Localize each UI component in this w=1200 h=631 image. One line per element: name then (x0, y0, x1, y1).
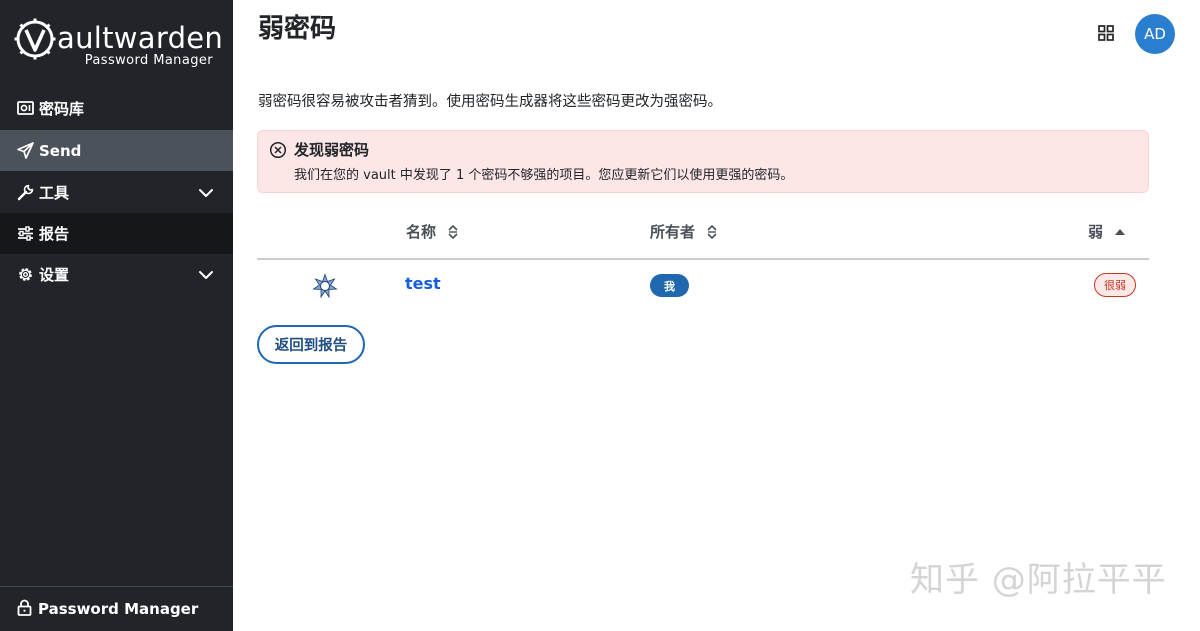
brand-subtitle: Password Manager (84, 53, 213, 68)
main-content: 弱密码 AD 弱密码很容易被攻击者猜到。使用密码生成器将这些密码更改为强密码。 … (233, 0, 1200, 631)
sidebar-footer-product-switcher[interactable]: Password Manager (0, 586, 233, 631)
vaultwarden-logo-icon (14, 18, 56, 60)
sidebar-footer-label: Password Manager (38, 600, 199, 618)
column-header-name[interactable]: 名称 (406, 222, 460, 242)
grid-icon (1098, 25, 1114, 41)
sidebar-item-reports[interactable]: 报告 (0, 213, 233, 254)
sliders-icon (16, 225, 34, 243)
sidebar: aultwarden Password Manager 密码库 Send 工具 (0, 0, 233, 631)
chevron-down-icon (199, 271, 213, 279)
column-header-label: 名称 (406, 223, 437, 241)
page-description: 弱密码很容易被攻击者猜到。使用密码生成器将这些密码更改为强密码。 (258, 94, 722, 110)
sidebar-item-settings[interactable]: 设置 (0, 254, 233, 295)
error-circle-icon (269, 141, 287, 159)
sidebar-item-label: 工具 (39, 184, 70, 202)
alert-body: 我们在您的 vault 中发现了 1 个密码不够强的项目。您应更新它们以使用更强… (294, 168, 794, 183)
owner-badge: 我 (650, 274, 689, 297)
sidebar-item-label: 设置 (39, 266, 70, 284)
sort-ascending-icon (1115, 229, 1126, 235)
alert-title: 发现弱密码 (294, 141, 370, 159)
sidebar-item-label: 报告 (39, 225, 70, 243)
sidebar-item-vault[interactable]: 密码库 (0, 88, 233, 129)
vault-icon (16, 100, 34, 118)
column-header-weakness[interactable]: 弱 (1088, 222, 1127, 242)
website-favicon-icon (312, 273, 338, 299)
sidebar-item-tools[interactable]: 工具 (0, 172, 233, 213)
brand-name: aultwarden (57, 21, 224, 55)
back-to-reports-button[interactable]: 返回到报告 (257, 325, 365, 364)
product-switcher-button[interactable] (1097, 24, 1115, 42)
watermark: 知乎 @阿拉平平 (910, 560, 1167, 600)
account-avatar[interactable]: AD (1135, 14, 1175, 54)
brand[interactable]: aultwarden Password Manager (14, 16, 224, 72)
column-header-label: 所有者 (650, 223, 696, 241)
page-title: 弱密码 (258, 14, 337, 44)
column-header-owner[interactable]: 所有者 (650, 222, 719, 242)
column-header-label: 弱 (1088, 223, 1104, 241)
sort-icon (707, 225, 717, 239)
sidebar-item-send[interactable]: Send (0, 130, 233, 171)
sidebar-item-label: Send (39, 141, 82, 160)
table-header: 名称 所有者 弱 (257, 212, 1149, 260)
table-row: test 我 很弱 (257, 260, 1149, 310)
strength-badge: 很弱 (1094, 273, 1136, 297)
sort-icon (448, 225, 458, 239)
app-window: aultwarden Password Manager 密码库 Send 工具 (0, 0, 1200, 631)
lock-icon (16, 599, 33, 620)
weak-password-alert: 发现弱密码 我们在您的 vault 中发现了 1 个密码不够强的项目。您应更新它… (257, 130, 1149, 193)
chevron-down-icon (199, 189, 213, 197)
item-name-link[interactable]: test (405, 274, 441, 294)
sidebar-item-label: 密码库 (39, 100, 85, 118)
gear-icon (16, 266, 34, 284)
wrench-icon (16, 184, 34, 202)
send-icon (16, 142, 34, 160)
